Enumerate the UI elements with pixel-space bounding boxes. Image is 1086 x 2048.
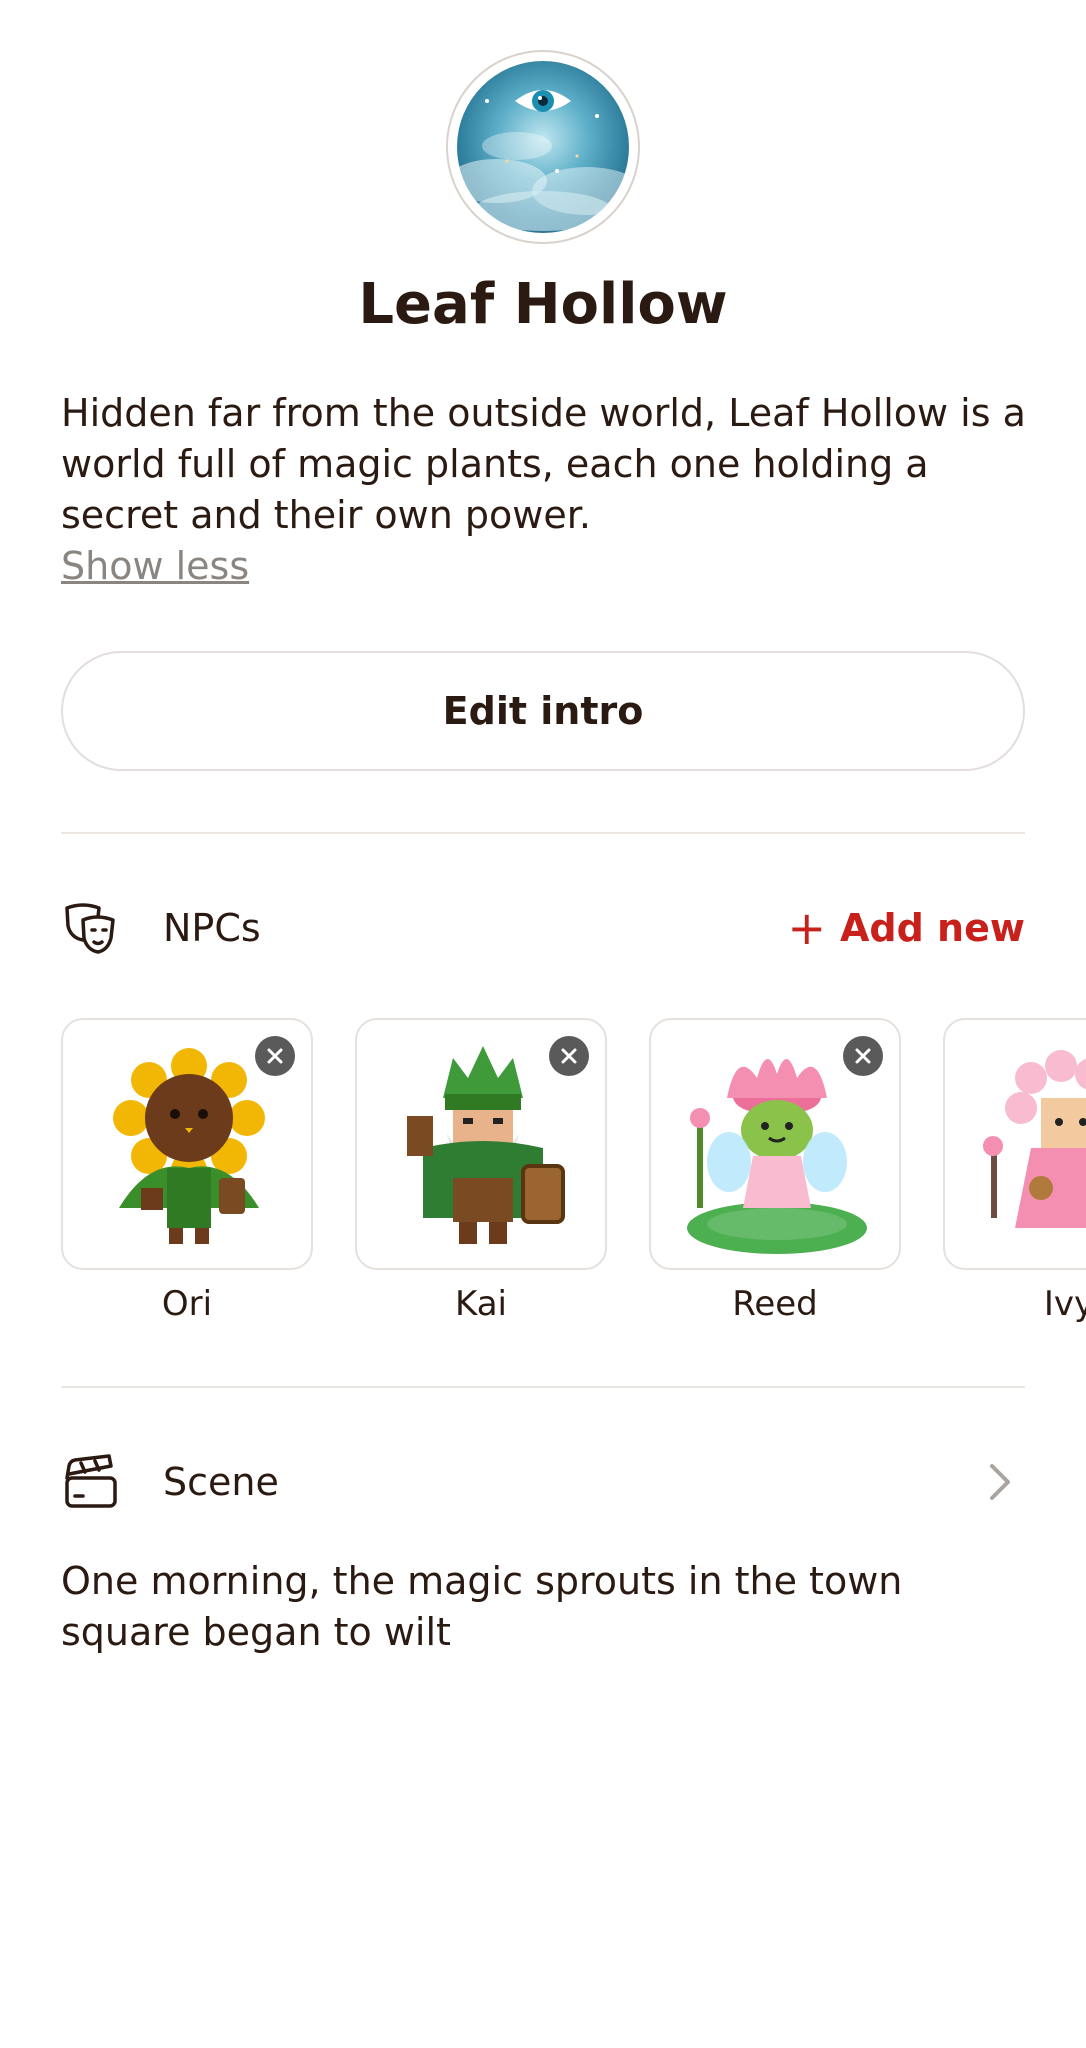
npc-card-reed[interactable]: Reed [649,1018,901,1324]
scene-header[interactable]: Scene [61,1450,1025,1514]
eye-cloud-image [457,61,629,233]
npc-image-card[interactable] [61,1018,313,1270]
world-description: Hidden far from the outside world, Leaf … [61,391,1026,537]
clapperboard-icon [61,1452,121,1512]
npc-name: Kai [455,1284,507,1324]
npc-carousel[interactable]: Ori Kai Reed Ivy [61,1018,1086,1328]
divider [61,832,1025,834]
npc-image-card[interactable] [355,1018,607,1270]
npc-name: Reed [732,1284,818,1324]
remove-npc-button[interactable] [255,1036,295,1076]
npcs-header: NPCs + Add new [61,896,1025,960]
scene-label: Scene [163,1460,279,1504]
npc-image-card[interactable] [649,1018,901,1270]
sunflower-character [113,1048,265,1244]
npc-name: Ori [161,1284,213,1324]
npc-card-ori[interactable]: Ori [61,1018,313,1324]
world-avatar[interactable] [446,50,640,244]
theater-masks-icon [61,898,121,958]
chevron-right-icon[interactable] [987,1462,1013,1502]
npc-card-ivy[interactable]: Ivy [943,1018,1086,1324]
close-icon [561,1048,577,1064]
close-icon [267,1048,283,1064]
blossom-girl-character [983,1050,1086,1228]
add-new-label: Add new [840,906,1025,950]
remove-npc-button[interactable] [843,1036,883,1076]
scene-description: One morning, the magic sprouts in the to… [61,1559,903,1654]
plus-icon: + [787,901,827,955]
npcs-label: NPCs [163,906,261,950]
leaf-dwarf-character [407,1046,565,1244]
npc-card-kai[interactable]: Kai [355,1018,607,1324]
world-title: Leaf Hollow [358,272,728,337]
npc-name: Ivy [1043,1284,1086,1324]
remove-npc-button[interactable] [549,1036,589,1076]
divider [61,1386,1025,1388]
close-icon [855,1048,871,1064]
edit-intro-button[interactable]: Edit intro [61,651,1025,771]
lotus-fairy-character [687,1058,867,1254]
npc-image-card[interactable] [943,1018,1086,1270]
show-less-link[interactable]: Show less [61,541,249,591]
add-new-npc-button[interactable]: + Add new [787,905,1025,951]
